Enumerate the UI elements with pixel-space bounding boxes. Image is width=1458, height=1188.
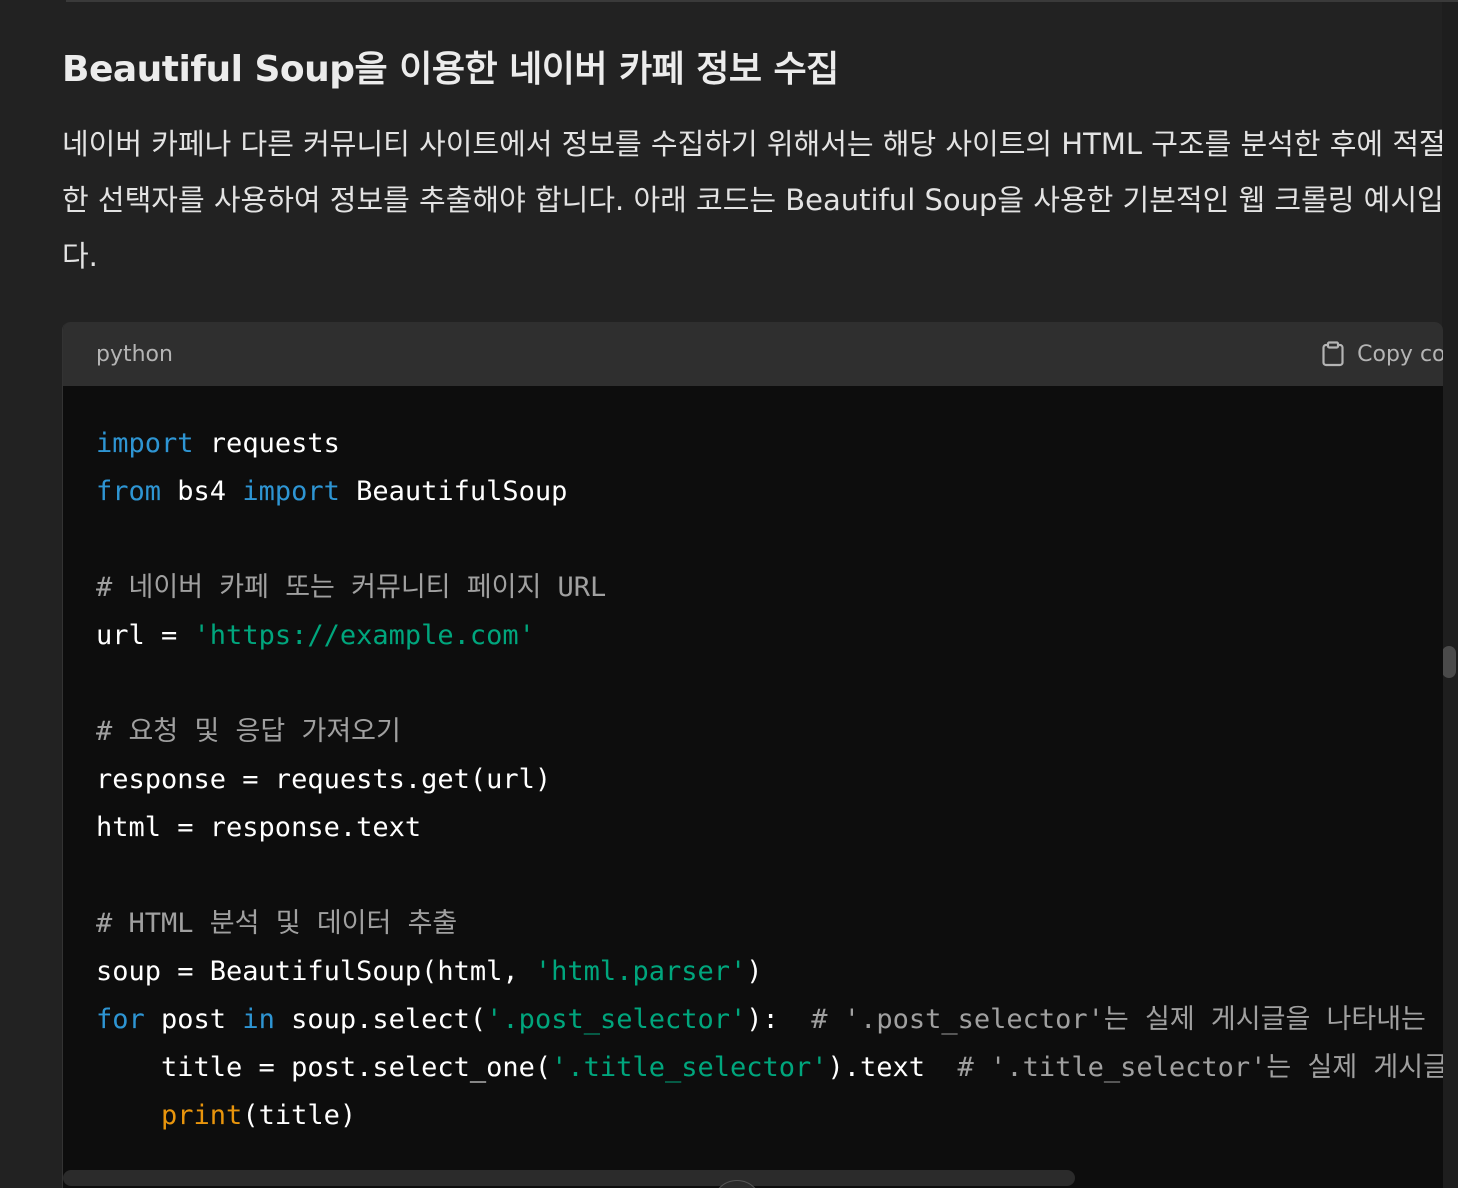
code-token-plain: requests <box>193 428 340 459</box>
code-line: # 요청 및 응답 가져오기 <box>96 708 1443 756</box>
code-line: print(title) <box>96 1092 1443 1140</box>
code-token-plain: soup = BeautifulSoup(html, <box>96 956 535 987</box>
code-token-kw: import <box>96 428 194 459</box>
code-line: import requests <box>96 420 1443 468</box>
code-token-kw: in <box>242 1004 275 1035</box>
code-token-plain: ).text <box>827 1052 958 1083</box>
code-line: from bs4 import BeautifulSoup <box>96 468 1443 516</box>
code-line: # HTML 분석 및 데이터 추출 <box>96 900 1443 948</box>
code-token-plain: bs4 <box>161 476 243 507</box>
code-content: import requests from bs4 import Beautiful… <box>63 386 1443 1140</box>
code-token-cm: # 네이버 카페 또는 커뮤니티 페이지 URL <box>96 572 607 603</box>
code-line: for post in soup.select('.post_selector'… <box>96 996 1443 1044</box>
code-token-kw: import <box>242 476 340 507</box>
code-language-label: python <box>96 341 173 367</box>
code-token-kw: from <box>96 476 162 507</box>
code-token-plain: url = <box>96 620 194 651</box>
paragraph-line: 다. <box>62 239 98 273</box>
code-token-plain: post <box>144 1004 243 1035</box>
code-line: soup = BeautifulSoup(html, 'html.parser'… <box>96 948 1443 996</box>
code-token-str: 'https://example.com' <box>193 620 535 651</box>
copy-code-button[interactable]: Copy code <box>1321 341 1443 367</box>
code-token-plain: response = requests.get(url) <box>96 764 552 795</box>
code-token-str: 'html.parser' <box>534 956 747 987</box>
code-line: url = 'https://example.com' <box>96 612 1443 660</box>
code-line: response = requests.get(url) <box>96 756 1443 804</box>
section-heading: Beautiful Soup을 이용한 네이버 카페 정보 수집 <box>62 49 839 90</box>
intro-paragraph: 네이버 카페나 다른 커뮤니티 사이트에서 정보를 수집하기 위해서는 해당 사… <box>62 116 1442 284</box>
code-token-plain: html = response.text <box>96 812 422 843</box>
code-token-str: '.post_selector' <box>486 1004 747 1035</box>
clipboard-icon <box>1321 341 1345 367</box>
code-line: html = response.text <box>96 804 1443 852</box>
top-divider <box>66 0 1458 2</box>
code-line: # 네이버 카페 또는 커뮤니티 페이지 URL <box>96 564 1443 612</box>
code-token-plain: ): <box>746 1004 812 1035</box>
code-token-cm: # HTML 분석 및 데이터 추출 <box>96 908 458 939</box>
paragraph-line: 한 선택자를 사용하여 정보를 추출해야 합니다. 아래 코드는 Beautif… <box>62 183 1442 217</box>
code-token-cm: # '.title_selector'는 실제 게시글 제목을 나타내는 선택자… <box>957 1052 1443 1083</box>
code-token-plain: title = post.select_one( <box>96 1052 552 1083</box>
code-block: python Copy code import requestsfrom bs4… <box>62 322 1443 1188</box>
code-token-str: '.title_selector' <box>551 1052 828 1083</box>
code-token-kw: for <box>96 1004 145 1035</box>
code-token-plain: (title) <box>242 1100 357 1131</box>
chat-message: Beautiful Soup을 이용한 네이버 카페 정보 수집 네이버 카페나… <box>62 0 1458 1188</box>
code-token-bi: print <box>161 1100 243 1131</box>
code-token-cm: # 요청 및 응답 가져오기 <box>96 716 401 747</box>
code-line: title = post.select_one('.title_selector… <box>96 1044 1443 1092</box>
code-token-plain: soup.select( <box>274 1004 487 1035</box>
code-header: python Copy code <box>63 322 1443 386</box>
copy-code-label: Copy code <box>1357 341 1443 367</box>
code-token-plain: ) <box>746 956 763 987</box>
paragraph-line: 네이버 카페나 다른 커뮤니티 사이트에서 정보를 수집하기 위해서는 해당 사… <box>62 127 1442 161</box>
code-horizontal-scrollbar[interactable] <box>63 1170 1075 1186</box>
code-token-plain: BeautifulSoup <box>339 476 568 507</box>
code-token-cm: # '.post_selector'는 실제 게시글을 나타내는 선택자로 변경… <box>811 1004 1443 1035</box>
